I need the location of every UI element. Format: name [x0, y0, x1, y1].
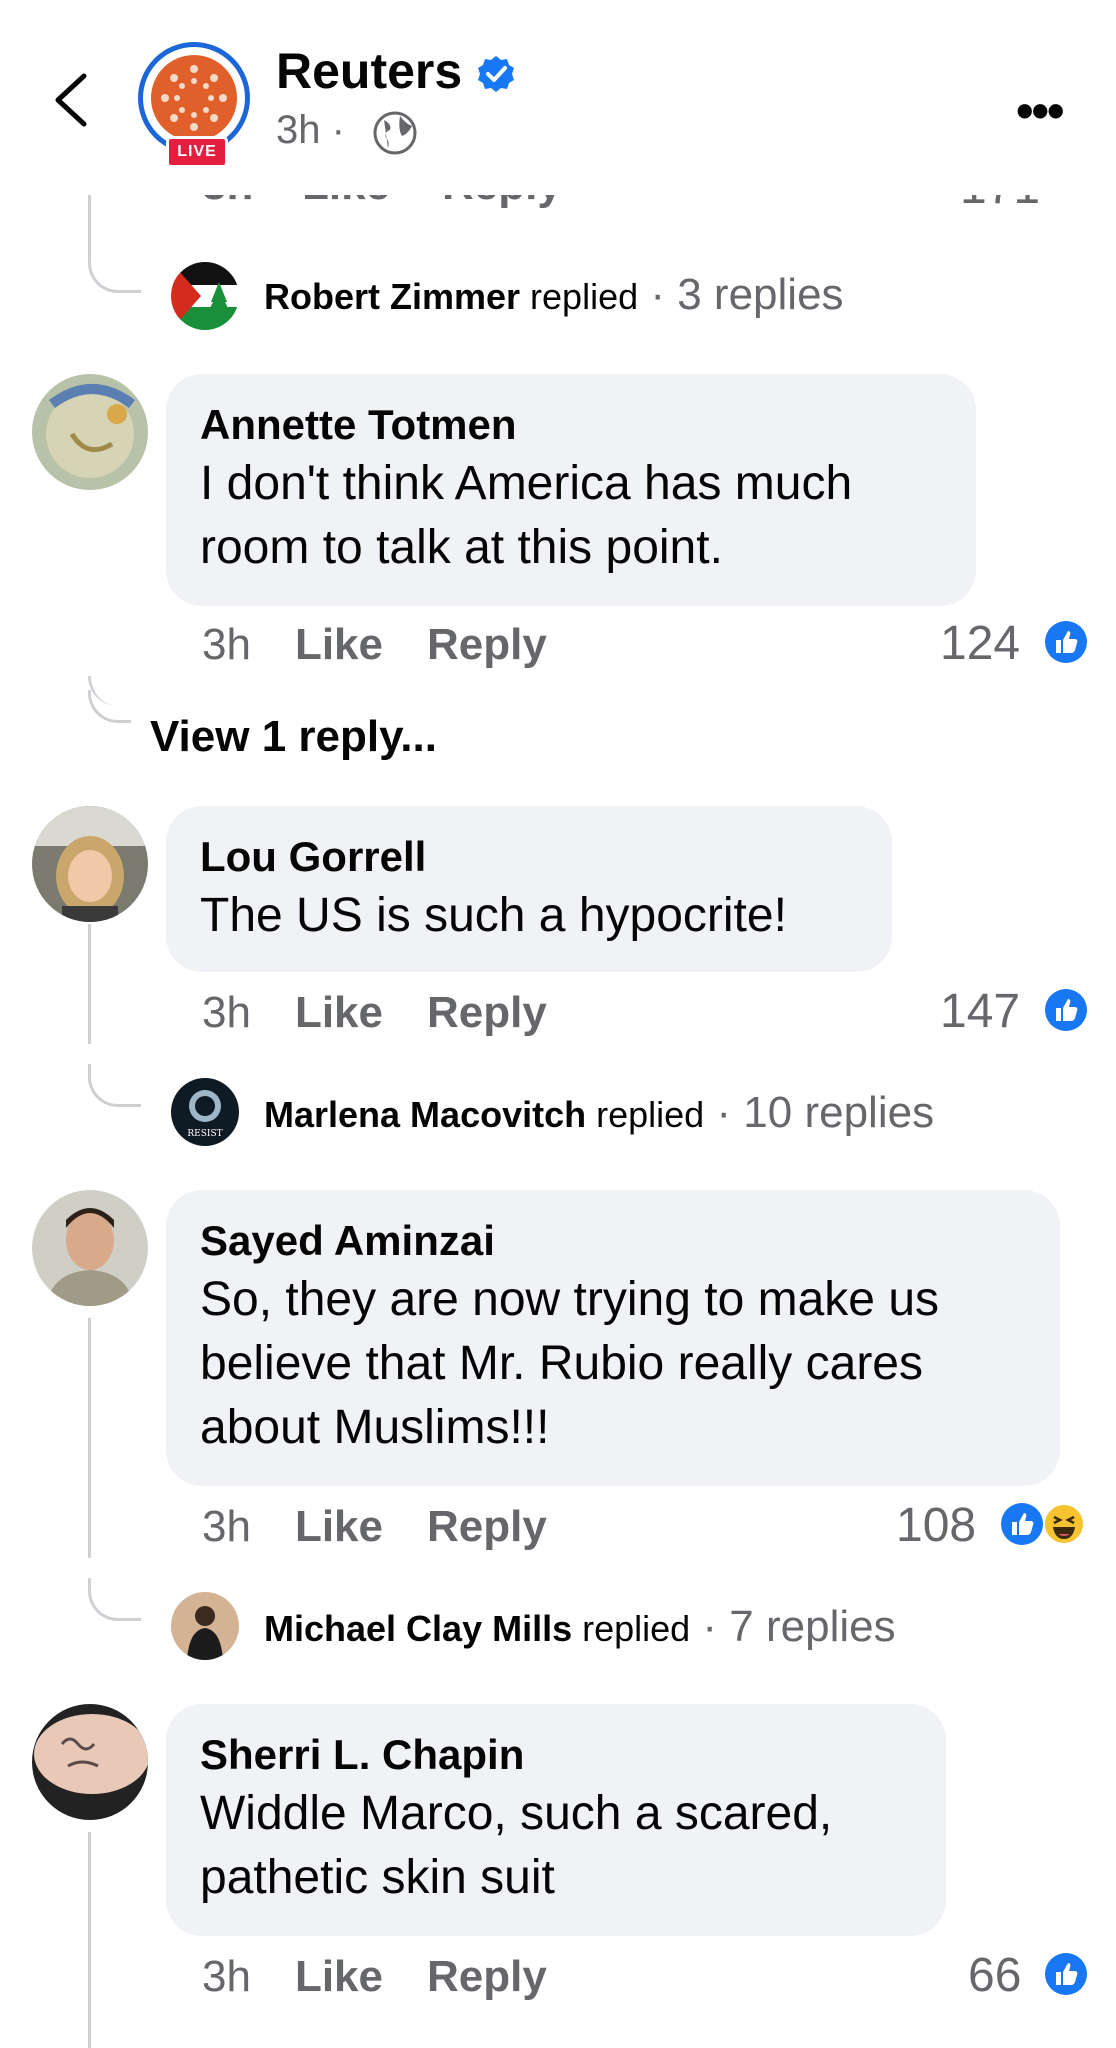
reaction-count[interactable]: 108	[896, 1498, 976, 1553]
comment-bubble[interactable]: Sayed Aminzai So, they are now trying to…	[166, 1190, 1060, 1486]
reply-action: replied	[572, 1608, 691, 1649]
reply-author[interactable]: Marlena Macovitch	[264, 1094, 586, 1135]
comment-text-line: pathetic skin suit	[200, 1851, 555, 1904]
reply-button[interactable]: Reply	[427, 620, 547, 669]
like-reaction-icon	[1001, 1503, 1043, 1545]
comment-author[interactable]: Sayed Aminzai	[200, 1216, 1026, 1266]
thread-connector	[88, 690, 131, 723]
view-replies-link[interactable]: View 1 reply...	[150, 712, 437, 762]
sayed-aminzai-avatar[interactable]	[32, 1190, 148, 1306]
reply-summary[interactable]: Robert Zimmer replied · 3 replies	[264, 270, 844, 320]
reply-button[interactable]: Reply	[427, 1502, 547, 1551]
thread-connector	[88, 1064, 141, 1107]
comment-actions: 3h Like Reply	[202, 988, 591, 1038]
page-name[interactable]: Reuters	[276, 42, 462, 100]
reply-action: replied	[520, 276, 639, 317]
comment-text-line: So, they are now trying to make us	[200, 1273, 940, 1326]
comment-bubble[interactable]: Annette Totmen I don't think America has…	[166, 374, 976, 606]
verified-badge-icon	[478, 56, 514, 92]
reply-count[interactable]: · 3 replies	[638, 270, 843, 319]
globe-icon	[373, 111, 417, 155]
live-badge: LIVE	[166, 136, 228, 168]
reply-count[interactable]: · 10 replies	[704, 1088, 934, 1137]
like-button[interactable]: Like	[295, 1952, 383, 2001]
comment-time: 3h	[202, 1502, 251, 1551]
comment-author[interactable]: Annette Totmen	[200, 400, 942, 450]
comment-bubble[interactable]: Lou Gorrell The US is such a hypocrite!	[166, 806, 892, 972]
reply-summary[interactable]: Marlena Macovitch replied · 10 replies	[264, 1088, 934, 1138]
comment-bubble[interactable]: Sherri L. Chapin Widdle Marco, such a sc…	[166, 1704, 946, 1936]
haha-reaction-icon	[1043, 1503, 1085, 1545]
more-icon[interactable]: •••	[1016, 82, 1064, 140]
comment-actions: 3h Like Reply	[202, 1952, 591, 2002]
michael-clay-mills-avatar[interactable]	[171, 1592, 239, 1660]
comment-author[interactable]: Lou Gorrell	[200, 832, 858, 882]
annette-totmen-avatar[interactable]	[32, 374, 148, 490]
reaction-count[interactable]: 124	[940, 616, 1020, 671]
like-reaction-icon	[1045, 989, 1087, 1031]
comment-time: 3h	[202, 620, 251, 669]
like-button[interactable]: Like	[295, 988, 383, 1037]
sherri-chapin-avatar[interactable]	[32, 1704, 148, 1820]
comment-time: 3h	[202, 1952, 251, 2001]
comment-text-line: about Muslims!!!	[200, 1401, 550, 1454]
comment-time: 3h	[202, 988, 251, 1037]
post-header: LIVE Reuters 3h · •••	[0, 0, 1116, 195]
thread-connector	[88, 250, 141, 293]
lou-gorrell-avatar[interactable]	[32, 806, 148, 922]
reply-button[interactable]: Reply	[427, 1952, 547, 2001]
post-time: 3h ·	[276, 108, 345, 152]
comment-text-line: Widdle Marco, such a scared,	[200, 1787, 833, 1840]
like-button[interactable]: Like	[295, 1502, 383, 1551]
reaction-count[interactable]: 147	[940, 984, 1020, 1039]
comment-text-line: believe that Mr. Rubio really cares	[200, 1337, 923, 1390]
comment-text-line: room to talk at this point.	[200, 521, 723, 574]
reply-author[interactable]: Michael Clay Mills	[264, 1608, 572, 1649]
like-reaction-icon	[1045, 1953, 1087, 1995]
reply-action: replied	[586, 1094, 705, 1135]
thread-line	[88, 1318, 91, 1558]
back-chevron-icon[interactable]	[48, 70, 96, 130]
avatar-badge-text: RESIST	[187, 1129, 222, 1139]
reply-author[interactable]: Robert Zimmer	[264, 276, 520, 317]
comment-author[interactable]: Sherri L. Chapin	[200, 1730, 912, 1780]
comment-actions: 3h Like Reply	[202, 1502, 591, 1552]
reply-button[interactable]: Reply	[427, 988, 547, 1037]
reply-count[interactable]: · 7 replies	[690, 1602, 895, 1651]
comment-text-line: The US is such a hypocrite!	[200, 889, 787, 942]
like-reaction-icon	[1045, 621, 1087, 663]
like-button[interactable]: Like	[295, 620, 383, 669]
comment-text-line: I don't think America has much	[200, 457, 853, 510]
reply-summary[interactable]: Michael Clay Mills replied · 7 replies	[264, 1602, 896, 1652]
comment-actions: 3h Like Reply	[202, 620, 591, 670]
thread-line	[88, 924, 91, 1044]
marlena-macovitch-avatar[interactable]: RESIST	[171, 1078, 239, 1146]
reaction-count[interactable]: 66	[968, 1948, 1021, 2003]
thread-connector	[88, 1578, 141, 1621]
reuters-logo	[151, 55, 237, 141]
thread-line	[88, 1832, 91, 2048]
robert-zimmer-avatar[interactable]	[171, 262, 239, 330]
